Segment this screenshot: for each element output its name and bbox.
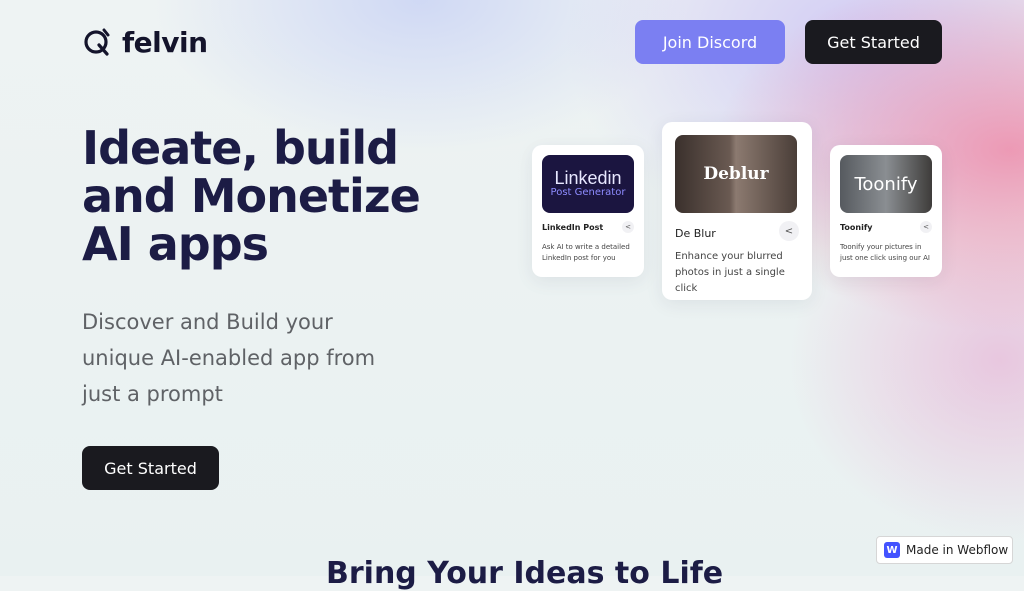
app-card-linkedin[interactable]: Linkedin Post Generator LinkedIn Post < …: [532, 145, 644, 277]
section-title: Bring Your Ideas to Life: [326, 556, 724, 591]
webflow-icon: W: [884, 542, 900, 558]
made-in-webflow-badge[interactable]: W Made in Webflow: [876, 536, 1013, 564]
thumb-subtitle: Post Generator: [550, 187, 626, 198]
share-icon[interactable]: <: [622, 221, 634, 233]
card-name: LinkedIn Post: [542, 222, 604, 232]
card-name: De Blur: [675, 226, 716, 240]
share-icon[interactable]: <: [779, 221, 799, 241]
card-description: Ask AI to write a detailed LinkedIn post…: [542, 243, 630, 262]
nav-get-started-button[interactable]: Get Started: [805, 20, 942, 64]
hero-title: Ideate, build and Monetize AI apps: [82, 121, 421, 271]
join-discord-button[interactable]: Join Discord: [635, 20, 785, 64]
linkedin-thumbnail: Linkedin Post Generator: [542, 155, 634, 213]
brand-name: felvin: [122, 26, 208, 59]
thumb-title: Toonify: [854, 173, 918, 195]
toonify-thumbnail: Toonify: [840, 155, 932, 213]
felvin-logo-icon: [84, 28, 110, 56]
thumb-title: Deblur: [703, 164, 769, 184]
deblur-thumbnail: Deblur: [675, 135, 797, 213]
app-card-deblur[interactable]: Deblur De Blur < Enhance your blurred ph…: [662, 122, 812, 300]
card-name: Toonify: [840, 222, 873, 232]
app-card-toonify[interactable]: Toonify Toonify < Toonify your pictures …: [830, 145, 942, 277]
thumb-title: Linkedin: [554, 168, 622, 188]
webflow-label: Made in Webflow: [906, 543, 1009, 557]
hero-subtitle: Discover and Build your unique AI-enable…: [82, 310, 376, 406]
brand-logo[interactable]: felvin: [82, 26, 208, 59]
share-icon[interactable]: <: [920, 221, 932, 233]
hero-get-started-button[interactable]: Get Started: [82, 446, 219, 490]
card-description: Toonify your pictures in just one click …: [840, 243, 930, 262]
card-description: Enhance your blurred photos in just a si…: [675, 251, 785, 294]
